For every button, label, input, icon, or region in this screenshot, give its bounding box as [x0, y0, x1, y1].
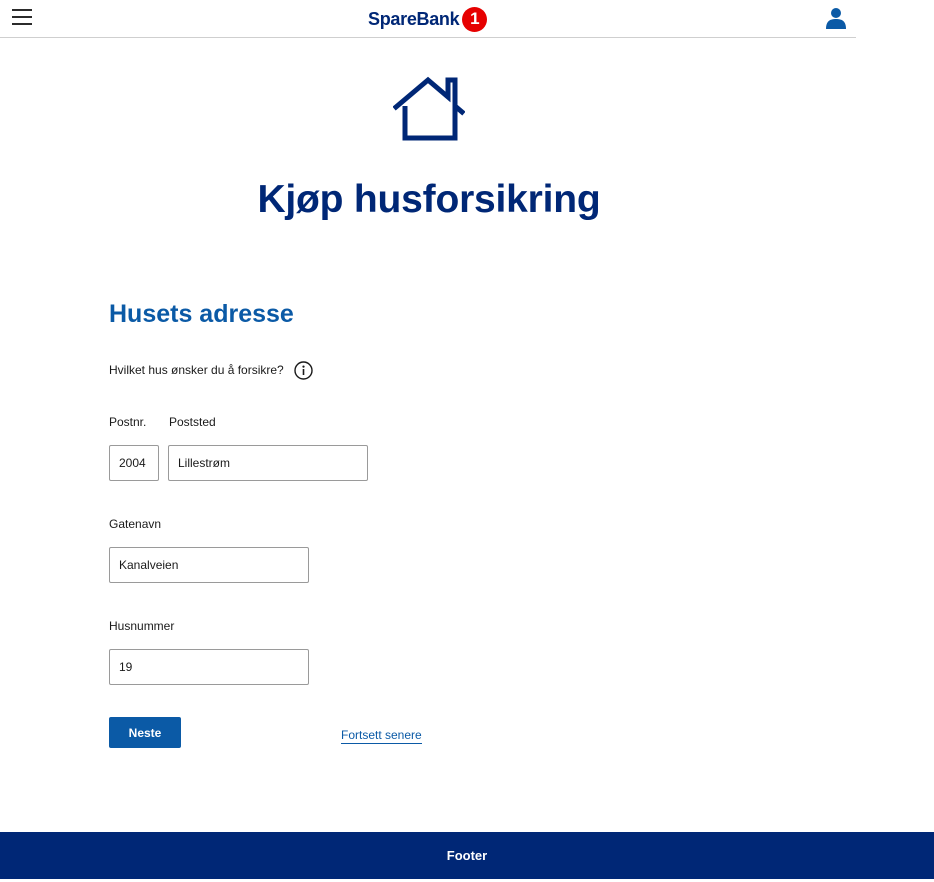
info-icon[interactable] — [294, 361, 313, 380]
question-text: Hvilket hus ønsker du å forsikre? — [109, 363, 284, 377]
poststed-input[interactable] — [168, 445, 368, 481]
logo-badge: 1 — [462, 6, 488, 32]
house-icon — [392, 76, 466, 142]
next-button[interactable]: Neste — [109, 717, 181, 748]
postnr-label: Postnr. — [109, 415, 147, 429]
page-title: Kjøp husforsikring — [257, 178, 601, 221]
poststed-label: Poststed — [169, 415, 216, 429]
top-bar: SpareBank 1 — [0, 0, 856, 38]
postnr-input[interactable] — [109, 445, 159, 481]
user-icon[interactable] — [825, 7, 847, 29]
gatenavn-label: Gatenavn — [109, 517, 162, 531]
logo-text: SpareBank — [368, 8, 460, 29]
gatenavn-input[interactable] — [109, 547, 309, 583]
footer: Footer — [0, 832, 934, 879]
husnummer-label: Husnummer — [109, 619, 175, 633]
sparebank-logo[interactable]: SpareBank 1 — [368, 6, 488, 32]
continue-later-link[interactable]: Fortsett senere — [341, 728, 422, 744]
footer-label: Footer — [446, 848, 488, 863]
section-title: Husets adresse — [109, 300, 294, 328]
hamburger-menu-icon[interactable] — [12, 8, 32, 26]
husnummer-input[interactable] — [109, 649, 309, 685]
